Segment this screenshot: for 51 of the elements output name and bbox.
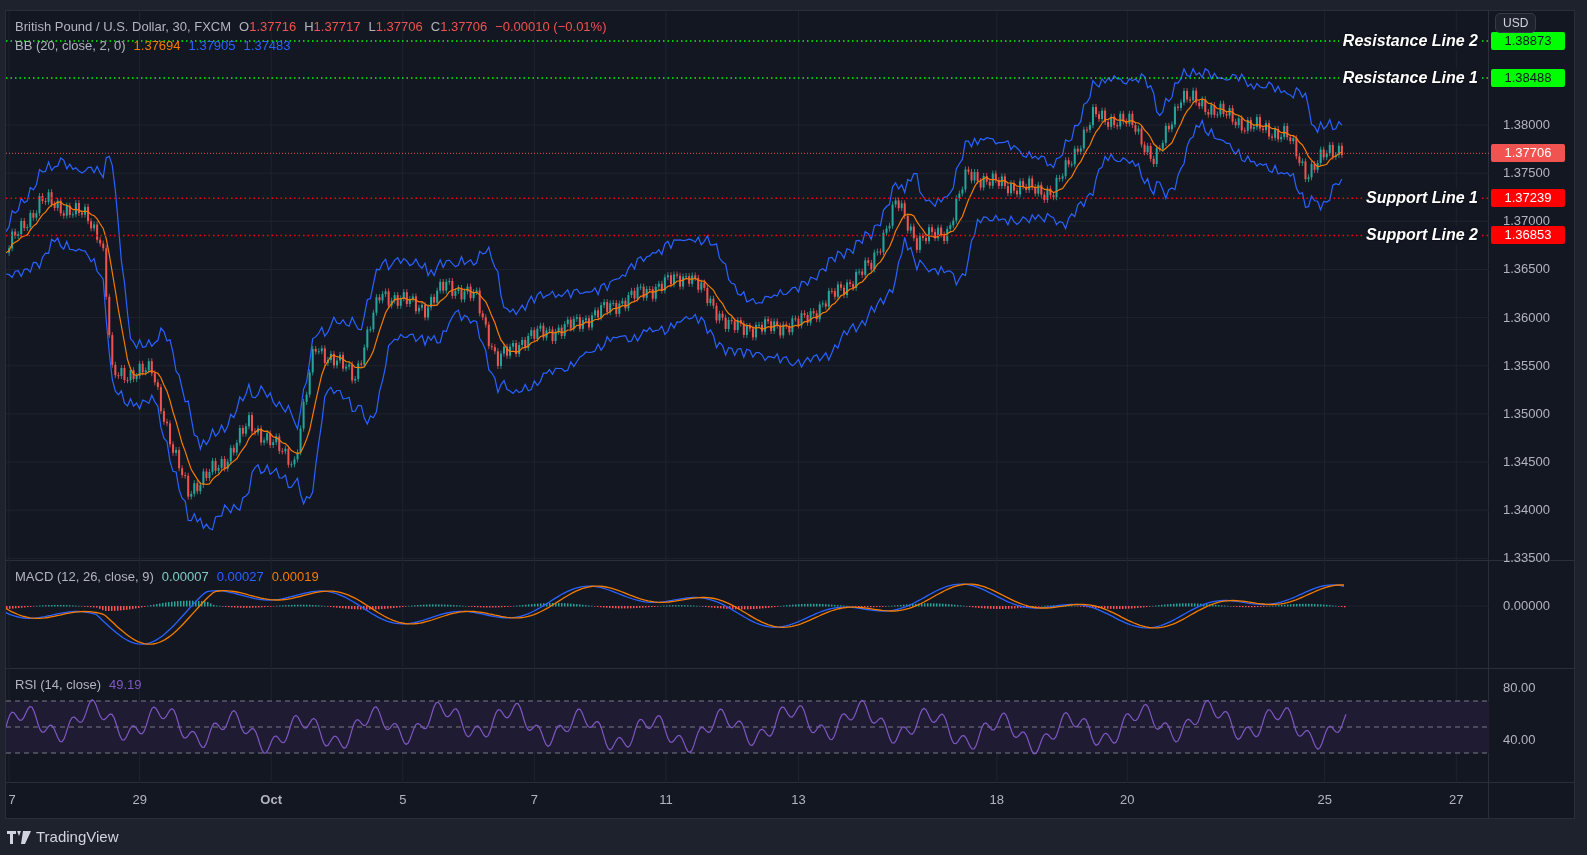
price-line-label: 1.38873 bbox=[1491, 31, 1565, 50]
price-line-label: 1.38488 bbox=[1491, 69, 1565, 87]
indicator-value: 0.00027 bbox=[216, 569, 264, 585]
price-tick: 1.35500 bbox=[1503, 357, 1550, 374]
line-label: Resistance Line 1 bbox=[1338, 69, 1482, 87]
currency-badge: USD bbox=[1495, 13, 1537, 33]
date-label: 25 bbox=[1317, 792, 1332, 808]
indicator-value: 1.37694 bbox=[133, 38, 181, 54]
rsi-tick: 80.00 bbox=[1503, 680, 1536, 696]
line-label: Support Line 1 bbox=[1362, 189, 1482, 208]
indicator-label: MACD (12, 26, close, 9) bbox=[15, 569, 154, 585]
price-tick: 1.37500 bbox=[1503, 165, 1550, 182]
date-label: 5 bbox=[399, 792, 407, 808]
indicator-value: 1.37483 bbox=[243, 38, 291, 54]
price-tick: 1.34500 bbox=[1503, 454, 1550, 471]
price-tick: 1.33500 bbox=[1503, 550, 1550, 567]
date-label: 7 bbox=[530, 792, 538, 808]
ohlc-value: H1.37717 bbox=[304, 19, 361, 35]
line-label: Resistance Line 2 bbox=[1338, 31, 1482, 50]
price-change: −0.00010 (−0.01%) bbox=[495, 19, 607, 35]
indicator-value: 1.37905 bbox=[188, 38, 236, 54]
date-label: 7 bbox=[8, 792, 16, 808]
ohlc-value: L1.37706 bbox=[368, 19, 423, 35]
date-label: 11 bbox=[659, 792, 673, 808]
logo-icon bbox=[7, 830, 31, 844]
rsi-tick: 40.00 bbox=[1503, 732, 1536, 748]
ohlc-value: O1.37716 bbox=[239, 19, 297, 35]
price-tick: 1.35000 bbox=[1503, 405, 1550, 422]
price-line-label: 1.37239 bbox=[1491, 189, 1565, 208]
date-label: Oct bbox=[260, 792, 283, 808]
ohlc-value: C1.37706 bbox=[430, 19, 488, 35]
date-label: 29 bbox=[132, 792, 147, 808]
indicator-value: 0.00019 bbox=[271, 569, 319, 585]
price-tick: 1.34000 bbox=[1503, 502, 1550, 519]
date-label: 27 bbox=[1449, 792, 1464, 808]
date-label: 18 bbox=[989, 792, 1005, 808]
price-line-label: 1.36853 bbox=[1491, 226, 1565, 245]
line-label: Support Line 2 bbox=[1362, 226, 1482, 245]
brand-name: TradingView bbox=[36, 826, 119, 847]
price-tick: 1.36500 bbox=[1503, 261, 1550, 278]
indicator-value: 49.19 bbox=[109, 677, 142, 693]
indicator-label: BB (20, close, 2, 0) bbox=[15, 38, 126, 54]
date-label: 13 bbox=[791, 792, 806, 808]
indicator-value: 0.00007 bbox=[161, 569, 209, 585]
symbol-title: British Pound / U.S. Dollar, 30, FXCM bbox=[15, 19, 232, 35]
date-label: 20 bbox=[1120, 792, 1135, 808]
price-tick: 1.38000 bbox=[1503, 117, 1550, 133]
macd-tick: 0.00000 bbox=[1503, 598, 1550, 614]
last-price-label: 1.37706 bbox=[1491, 144, 1565, 163]
indicator-label: RSI (14, close) bbox=[15, 677, 101, 693]
price-tick: 1.36000 bbox=[1503, 309, 1550, 326]
